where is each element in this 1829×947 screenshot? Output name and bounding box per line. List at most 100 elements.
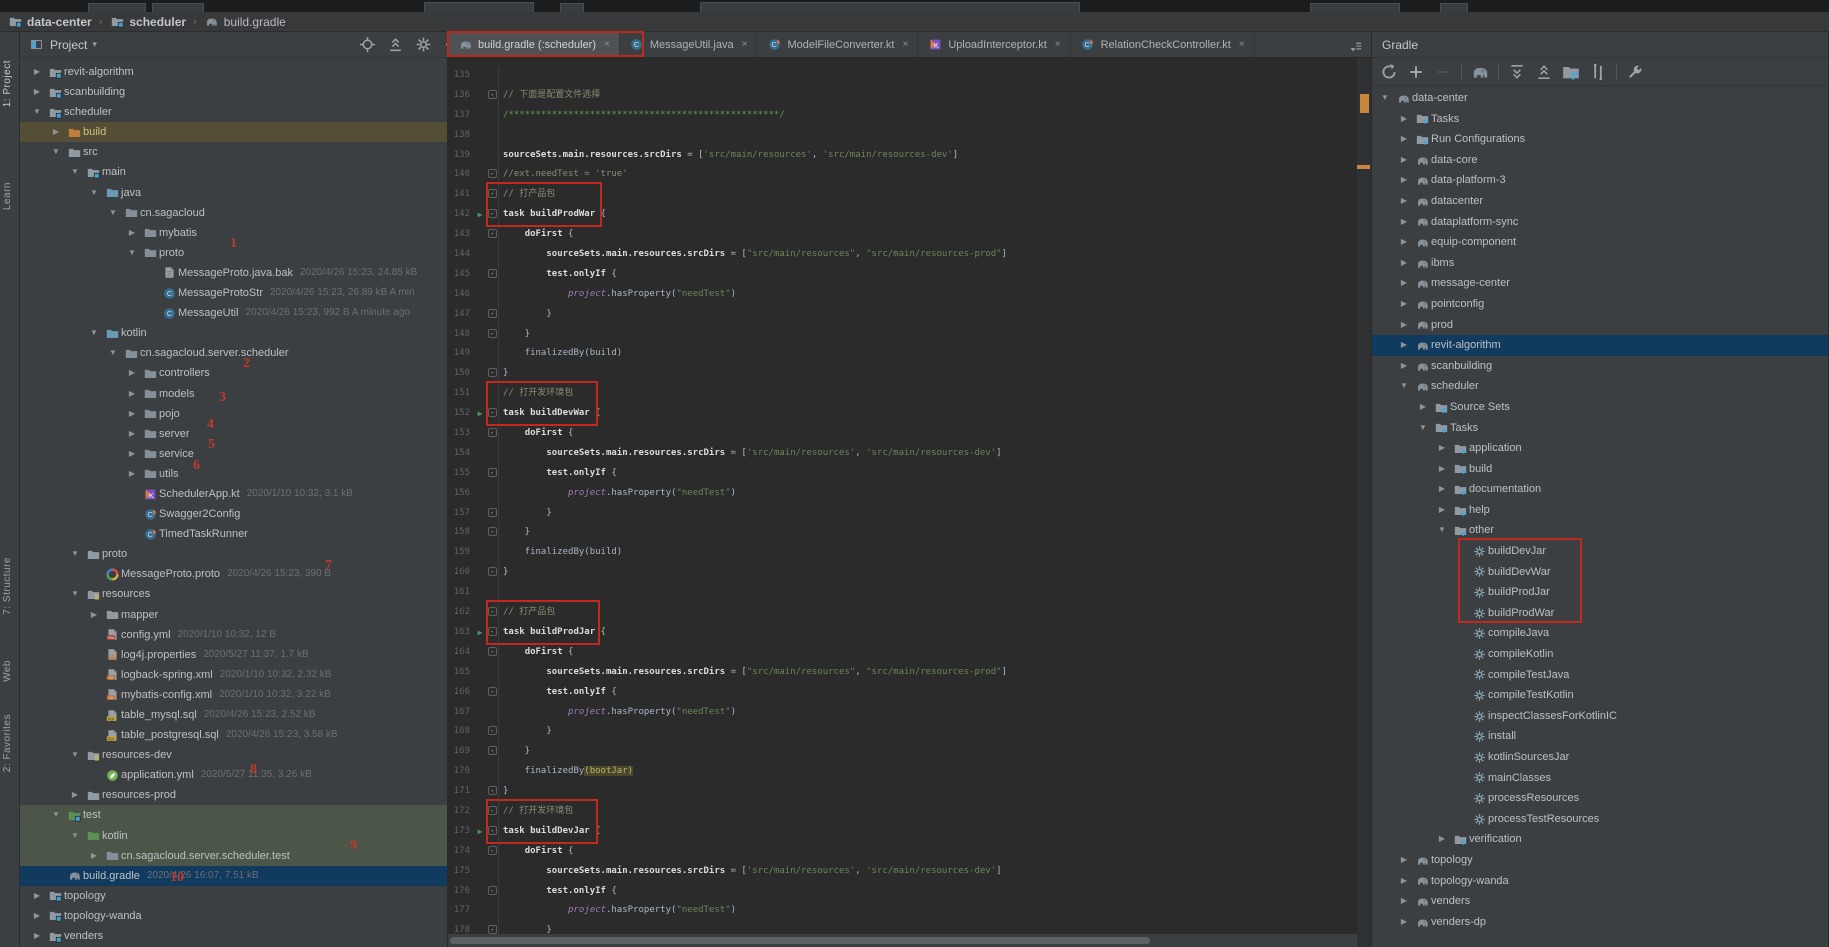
project-tree-row[interactable]: ▶topology bbox=[20, 886, 447, 906]
tree-expand-arrow-icon[interactable]: ▶ bbox=[123, 223, 141, 243]
code-line[interactable]: 150-} bbox=[448, 364, 1371, 384]
tool-window-stripe-tab[interactable]: 1: Project bbox=[2, 60, 13, 107]
project-tree-row[interactable]: ▼cn.sagacloud bbox=[20, 203, 447, 223]
tree-expand-arrow-icon[interactable]: ▶ bbox=[1433, 829, 1451, 850]
project-tree-row[interactable]: ▶revit-algorithm bbox=[20, 62, 447, 82]
gradle-tree-row[interactable]: ▶topology bbox=[1372, 850, 1828, 871]
tree-collapse-arrow-icon[interactable]: ▼ bbox=[85, 323, 103, 343]
tool-window-stripe-tab[interactable]: 2: Favorites bbox=[2, 714, 13, 772]
locate-icon[interactable] bbox=[359, 36, 376, 53]
code-line[interactable]: 172-// 打开发环境包 bbox=[448, 802, 1371, 822]
horizontal-scrollbar[interactable] bbox=[448, 934, 1357, 947]
fold-marker-icon[interactable]: - bbox=[486, 464, 498, 484]
gradle-tree-row[interactable]: ▼data-center bbox=[1372, 88, 1828, 109]
code-line[interactable]: 142▶-task buildProdWar { bbox=[448, 205, 1371, 225]
project-tree-row[interactable]: ▶mapper bbox=[20, 605, 447, 625]
project-tree-row[interactable]: YMLconfig.yml2020/1/10 10:32, 12 B bbox=[20, 625, 447, 645]
tree-expand-arrow-icon[interactable]: ▶ bbox=[28, 82, 46, 102]
tree-expand-arrow-icon[interactable]: ▶ bbox=[28, 62, 46, 82]
tool-window-stripe-tab[interactable]: Learn bbox=[2, 182, 13, 210]
tree-expand-arrow-icon[interactable]: ▶ bbox=[1395, 912, 1413, 933]
gradle-tree-row[interactable]: ▶message-center bbox=[1372, 273, 1828, 294]
editor-tab[interactable]: CRelationCheckController.kt× bbox=[1071, 32, 1255, 57]
fold-marker-icon[interactable]: - bbox=[486, 265, 498, 285]
tree-expand-arrow-icon[interactable]: ▶ bbox=[1395, 335, 1413, 356]
gradle-tree-row[interactable]: ▶verification bbox=[1372, 829, 1828, 850]
code-line[interactable]: 143- doFirst { bbox=[448, 225, 1371, 245]
fold-marker-icon[interactable]: - bbox=[486, 165, 498, 185]
code-line[interactable]: 149 finalizedBy(build) bbox=[448, 344, 1371, 364]
code-line[interactable]: 158- } bbox=[448, 523, 1371, 543]
tree-expand-arrow-icon[interactable]: ▶ bbox=[1395, 232, 1413, 253]
refresh-toolbar-icon[interactable] bbox=[1380, 63, 1398, 81]
code-line[interactable]: 169- } bbox=[448, 742, 1371, 762]
project-tree-row[interactable]: <>mybatis-config.xml2020/1/10 10:32, 3.2… bbox=[20, 685, 447, 705]
code-line[interactable]: 166- test.onlyIf { bbox=[448, 683, 1371, 703]
project-tree-row[interactable]: CTimedTaskRunner bbox=[20, 524, 447, 544]
project-tree-row[interactable]: ▼cn.sagacloud.server.scheduler bbox=[20, 343, 447, 363]
close-tab-icon[interactable]: × bbox=[742, 39, 748, 50]
gradle-tree-row[interactable]: ▶Run Configurations bbox=[1372, 129, 1828, 150]
gradle-tree-row[interactable]: mainClasses bbox=[1372, 768, 1828, 789]
code-line[interactable]: 175 sourceSets.main.resources.srcDirs = … bbox=[448, 862, 1371, 882]
tree-expand-arrow-icon[interactable]: ▶ bbox=[1433, 438, 1451, 459]
code-line[interactable]: 155- test.onlyIf { bbox=[448, 464, 1371, 484]
code-line[interactable]: 140-//ext.needTest = 'true' bbox=[448, 165, 1371, 185]
tree-expand-arrow-icon[interactable]: ▶ bbox=[1395, 191, 1413, 212]
tree-expand-arrow-icon[interactable]: ▶ bbox=[28, 906, 46, 926]
tree-expand-arrow-icon[interactable]: ▶ bbox=[123, 404, 141, 424]
project-tree-row[interactable]: build.gradle2020/4/26 16:07, 7.51 kB bbox=[20, 866, 447, 886]
gradle-tree-row[interactable]: processTestResources bbox=[1372, 809, 1828, 830]
project-tree-row[interactable]: ▼java bbox=[20, 183, 447, 203]
project-tree-row[interactable]: ▶models bbox=[20, 384, 447, 404]
fold-marker-icon[interactable]: - bbox=[486, 822, 498, 842]
gradle-tree-row[interactable]: compileKotlin bbox=[1372, 644, 1828, 665]
code-line[interactable]: 153- doFirst { bbox=[448, 424, 1371, 444]
code-line[interactable]: 141-// 打产品包 bbox=[448, 185, 1371, 205]
project-tree-row[interactable]: ▼resources bbox=[20, 584, 447, 604]
project-tree-row[interactable]: ▼proto bbox=[20, 544, 447, 564]
code-line[interactable]: 144 sourceSets.main.resources.srcDirs = … bbox=[448, 245, 1371, 265]
add-toolbar-icon[interactable] bbox=[1407, 63, 1425, 81]
fold-marker-icon[interactable]: - bbox=[486, 185, 498, 205]
tree-collapse-arrow-icon[interactable]: ▼ bbox=[66, 162, 84, 182]
close-tab-icon[interactable]: × bbox=[604, 39, 610, 50]
code-line[interactable]: 139sourceSets.main.resources.srcDirs = [… bbox=[448, 146, 1371, 166]
gradle-tree-row[interactable]: buildProdWar bbox=[1372, 603, 1828, 624]
code-line[interactable]: 160-} bbox=[448, 563, 1371, 583]
fold-marker-icon[interactable]: - bbox=[486, 603, 498, 623]
fold-marker-icon[interactable]: - bbox=[486, 623, 498, 643]
fold-marker-icon[interactable]: - bbox=[486, 86, 498, 106]
expand-all-toolbar-icon[interactable] bbox=[1508, 63, 1526, 81]
code-line[interactable]: 157- } bbox=[448, 504, 1371, 524]
project-tree-row[interactable]: ▼test bbox=[20, 805, 447, 825]
tree-expand-arrow-icon[interactable]: ▶ bbox=[1395, 315, 1413, 336]
tree-collapse-arrow-icon[interactable]: ▼ bbox=[28, 102, 46, 122]
code-line[interactable]: 156 project.hasProperty("needTest") bbox=[448, 484, 1371, 504]
code-line[interactable]: 161 bbox=[448, 583, 1371, 603]
gradle-tree-row[interactable]: compileTestJava bbox=[1372, 665, 1828, 686]
project-tree-row[interactable]: ▼src bbox=[20, 142, 447, 162]
gradle-tree-row[interactable]: ▶data-core bbox=[1372, 150, 1828, 171]
gradle-tree-row[interactable]: ▶help bbox=[1372, 500, 1828, 521]
tree-collapse-arrow-icon[interactable]: ▼ bbox=[104, 343, 122, 363]
project-tree-row[interactable]: MessageProto.java.bak2020/4/26 15:23, 24… bbox=[20, 263, 447, 283]
code-line[interactable]: 146 project.hasProperty("needTest") bbox=[448, 285, 1371, 305]
project-tree-row[interactable]: ▶build bbox=[20, 122, 447, 142]
tree-expand-arrow-icon[interactable]: ▶ bbox=[1395, 212, 1413, 233]
code-line[interactable]: 136-// 下面是配置文件选择 bbox=[448, 86, 1371, 106]
tree-expand-arrow-icon[interactable]: ▶ bbox=[1395, 109, 1413, 130]
gradle-tree-row[interactable]: ▶topology-wanda bbox=[1372, 871, 1828, 892]
gradle-tree-row[interactable]: ▶scanbuilding bbox=[1372, 356, 1828, 377]
project-tree-row[interactable]: ▼scheduler bbox=[20, 102, 447, 122]
fold-marker-icon[interactable]: - bbox=[486, 364, 498, 384]
gradle-tree-row[interactable]: processResources bbox=[1372, 788, 1828, 809]
offline-mode-toolbar-icon[interactable] bbox=[1589, 63, 1607, 81]
fold-marker-icon[interactable]: - bbox=[486, 563, 498, 583]
gradle-tree-row[interactable]: ▶prod bbox=[1372, 315, 1828, 336]
code-line[interactable]: 145- test.onlyIf { bbox=[448, 265, 1371, 285]
collapse-all-icon[interactable] bbox=[387, 36, 404, 53]
project-tree-row[interactable]: ▶service bbox=[20, 444, 447, 464]
tree-expand-arrow-icon[interactable]: ▶ bbox=[1433, 459, 1451, 480]
tree-expand-arrow-icon[interactable]: ▶ bbox=[85, 846, 103, 866]
